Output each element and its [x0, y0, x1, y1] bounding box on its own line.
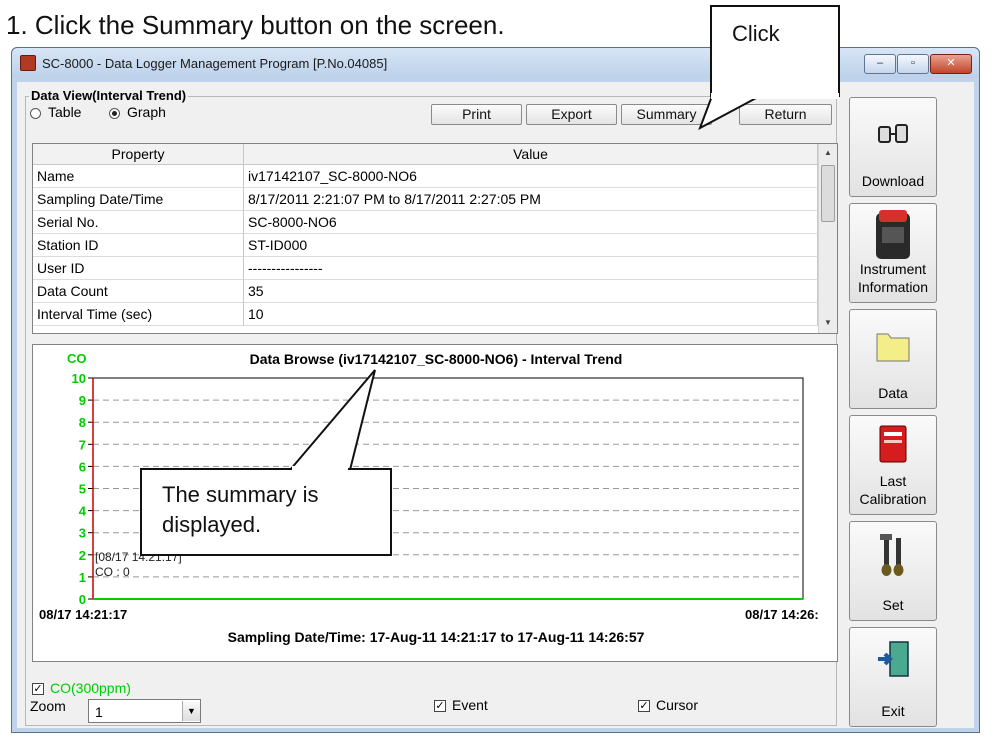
return-button[interactable]: Return	[739, 104, 832, 125]
cursor-checkbox[interactable]: ✓	[638, 700, 650, 712]
click-callout: Click	[710, 5, 840, 97]
print-button[interactable]: Print	[431, 104, 522, 125]
scroll-down-arrow-icon[interactable]: ▼	[824, 318, 832, 327]
calibration-book-icon	[879, 425, 907, 463]
event-checkbox[interactable]: ✓	[434, 700, 446, 712]
table-row-property: Station ID	[33, 234, 244, 257]
app-window: SC-8000 - Data Logger Management Program…	[11, 47, 980, 733]
table-row-value: SC-8000-NO6	[244, 211, 818, 234]
graph-radio[interactable]	[109, 108, 120, 119]
exit-button[interactable]: Exit	[849, 627, 937, 727]
table-row-value: 35	[244, 280, 818, 303]
scroll-up-arrow-icon[interactable]: ▲	[824, 148, 832, 157]
data-button[interactable]: Data	[849, 309, 937, 409]
zoom-label: Zoom	[30, 698, 66, 714]
summary-button[interactable]: Summary	[621, 104, 712, 125]
table-row-value: 8/17/2011 2:21:07 PM to 8/17/2011 2:27:0…	[244, 188, 818, 211]
download-icon	[878, 124, 908, 143]
group-title: Data View(Interval Trend)	[29, 88, 189, 103]
chart-title: Data Browse (iv17142107_SC-8000-NO6) - I…	[249, 351, 623, 367]
co-series-checkbox[interactable]: ✓	[32, 683, 44, 695]
summary-callout-joint	[292, 466, 348, 472]
summary-callout: The summary is displayed.	[140, 468, 392, 556]
co-series-label: CO(300ppm)	[50, 680, 131, 696]
table-row-value: ----------------	[244, 257, 818, 280]
table-row-property: Serial No.	[33, 211, 244, 234]
last-calibration-label: Last Calibration	[850, 472, 936, 508]
cursor-readout-value: CO : 0	[95, 565, 130, 579]
set-button[interactable]: Set	[849, 521, 937, 621]
last-calibration-button[interactable]: Last Calibration	[849, 415, 937, 515]
value-header: Value	[244, 144, 818, 165]
y-tick-label: 0	[79, 592, 86, 607]
data-label-line2: Data	[878, 385, 908, 401]
window-title: SC-8000 - Data Logger Management Program…	[42, 56, 388, 71]
exit-label-line2: Exit	[881, 703, 905, 719]
exit-door-icon	[878, 641, 909, 677]
set-label: Set	[850, 596, 936, 614]
chart-footer: Sampling Date/Time: 17-Aug-11 14:21:17 t…	[227, 629, 645, 645]
zoom-value: 1	[95, 704, 103, 720]
table-row-property: Sampling Date/Time	[33, 188, 244, 211]
y-tick-label: 3	[79, 526, 86, 541]
download-button[interactable]: Download	[849, 97, 937, 197]
tools-icon	[880, 534, 904, 576]
table-row-property: Name	[33, 165, 244, 188]
summary-callout-line1: The summary is	[162, 482, 319, 507]
minimize-button[interactable]: –	[864, 54, 896, 74]
download-label-line2: Download	[861, 173, 925, 189]
data-label: Data	[850, 384, 936, 402]
table-radio[interactable]	[30, 108, 41, 119]
y-tick-label: 5	[79, 482, 86, 497]
instrument-information-button[interactable]: Instrument Information	[849, 203, 937, 303]
y-tick-label: 9	[79, 393, 86, 408]
y-tick-label: 7	[79, 437, 86, 452]
table-scrollbar[interactable]: ▲ ▼	[818, 144, 837, 333]
table-row-property: User ID	[33, 257, 244, 280]
y-tick-label: 4	[79, 504, 87, 519]
property-table: Property Value Name iv17142107_SC-8000-N…	[32, 143, 838, 334]
client-area: Data View(Interval Trend) Table Graph Pr…	[17, 82, 974, 728]
instrument-label-line1: Instrument	[859, 261, 927, 277]
instrument-icon	[876, 210, 910, 259]
close-button[interactable]: ✕	[930, 54, 972, 74]
download-label: Download	[850, 172, 936, 190]
y-tick-label: 1	[79, 570, 86, 585]
summary-callout-line2: displayed.	[162, 512, 262, 537]
y-tick-label: 2	[79, 548, 86, 563]
chevron-down-icon[interactable]: ▼	[182, 701, 200, 721]
table-row-value: ST-ID000	[244, 234, 818, 257]
y-tick-label: 8	[79, 415, 86, 430]
cursor-label: Cursor	[656, 697, 699, 713]
instrument-label-line2: Information	[857, 279, 929, 295]
set-label-line2: Set	[882, 597, 904, 613]
graph-radio-label: Graph	[127, 104, 166, 120]
property-header: Property	[33, 144, 244, 165]
app-icon	[20, 55, 36, 71]
y-tick-label: 6	[79, 459, 86, 474]
x-start-label: 08/17 14:21:17	[39, 607, 128, 622]
x-end-label: 08/17 14:26:	[745, 607, 819, 622]
click-callout-text: Click	[732, 21, 780, 46]
export-button[interactable]: Export	[526, 104, 617, 125]
folder-icon	[876, 333, 910, 362]
instruction-heading: 1. Click the Summary button on the scree…	[6, 10, 505, 40]
instrument-information-label: Instrument Information	[850, 260, 936, 296]
table-row-value: 10	[244, 303, 818, 326]
table-row-property: Interval Time (sec)	[33, 303, 244, 326]
exit-label: Exit	[850, 702, 936, 720]
table-row-property: Data Count	[33, 280, 244, 303]
click-callout-joint	[711, 93, 839, 99]
y-tick-label: 10	[72, 371, 86, 386]
y-axis-label: CO	[67, 351, 87, 366]
data-view-group: Data View(Interval Trend) Table Graph Pr…	[25, 88, 838, 726]
table-radio-label: Table	[48, 104, 82, 120]
calibration-label-line1: Last	[879, 473, 907, 489]
maximize-button[interactable]: ▫	[897, 54, 929, 74]
event-label: Event	[452, 697, 488, 713]
table-row-value: iv17142107_SC-8000-NO6	[244, 165, 818, 188]
scrollbar-thumb[interactable]	[821, 165, 835, 222]
calibration-label-line2: Calibration	[859, 491, 927, 507]
zoom-select[interactable]: 1 ▼	[88, 699, 201, 723]
